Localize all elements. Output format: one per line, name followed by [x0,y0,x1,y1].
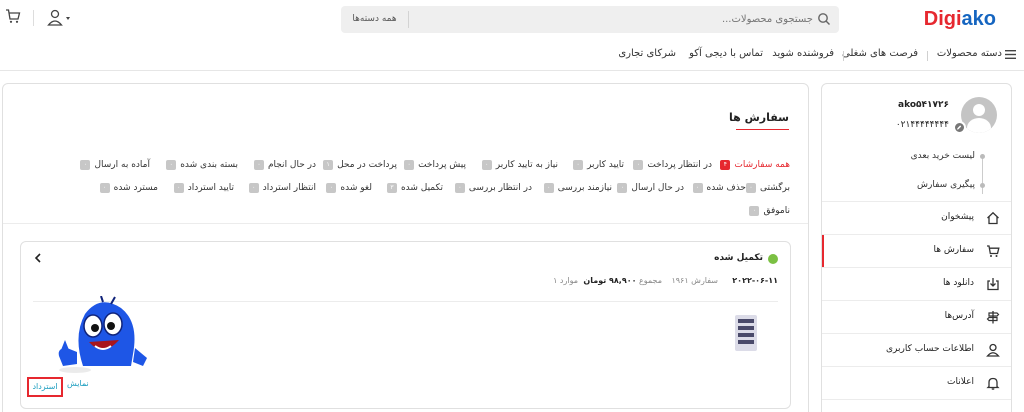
refund-button[interactable]: استرداد [27,377,63,397]
search-icon[interactable] [817,12,831,26]
nav-item-contact[interactable]: تماس با دیجی آکو [689,48,763,59]
filter-processing[interactable]: در حال انجام ۰ [253,160,316,170]
page-title: سفارش ها [729,111,789,124]
category-select[interactable]: همه دسته‌ها [341,6,408,33]
filter-needs-review[interactable]: نیازمند بررسی ۰ [543,183,612,193]
sidebar-item-order-tracking[interactable]: پیگیری سفارش [917,180,975,190]
sub-list-dot [980,183,985,188]
sidebar-item-more[interactable] [822,399,1011,412]
sidebar-item-dashboard[interactable]: پیشخوان [822,201,1011,234]
order-date: ۲۰۲۲-۰۶-۱۱ [732,276,778,285]
cart-icon [987,245,1000,257]
sidebar-item-downloads[interactable]: دانلود ها [822,267,1011,300]
order-status: تکمیل شده [714,253,763,263]
filter-refunded[interactable]: مسترد شده ۰ [99,183,158,193]
download-icon [987,278,999,291]
user-icon [986,343,1000,357]
home-icon [987,211,999,225]
nav-item-categories[interactable]: دسته محصولات [937,48,1002,59]
filter-returned[interactable]: برگشتی ۰ [745,183,790,193]
sidebar-item-addresses[interactable]: آدرس‌ها [822,300,1011,333]
avatar[interactable] [961,97,997,133]
filter-completed[interactable]: تکمیل شده ۳ [386,183,443,193]
user-menu-icon[interactable] [46,9,72,27]
filter-cancelled[interactable]: لغو شده ۰ [326,183,372,193]
edit-icon[interactable] [953,121,966,134]
filter-awaiting-refund[interactable]: انتظار استرداد ۰ [248,183,316,193]
title-underline [736,129,789,130]
filter-failed[interactable]: ناموفق ۰ [749,206,790,216]
product-thumbnail[interactable] [735,315,757,351]
orders-panel: سفارش ها همه سفارشات ۴ در انتظار پرداخت ۰ … [2,83,809,412]
filter-pending-payment[interactable]: در انتظار پرداخت ۰ [633,160,712,170]
hamburger-icon[interactable] [1005,50,1016,59]
order-card: تکمیل شده ۲۰۲۲-۰۶-۱۱ سفارش ۱۹۶۱ مجموع ۹۸… [20,241,791,409]
sidebar-item-orders[interactable]: سفارش ها [822,234,1011,268]
cart-icon[interactable] [5,8,21,24]
order-total: مجموع ۹۸,۹۰۰ تومان [583,276,662,285]
sidebar-item-account-details[interactable]: اطلاعات حساب کاربری [822,333,1011,366]
chevron-left-icon[interactable] [33,252,43,264]
signpost-icon [986,311,1000,324]
sub-list-dot [980,154,985,159]
sub-list-line [982,154,983,194]
site-header: Digiako همه دسته‌ها [0,0,1024,38]
bell-icon [986,377,1000,390]
header-divider [33,10,34,26]
username: ako۵۴۱۷۲۶ [898,100,949,110]
search-bar: همه دسته‌ها [341,6,839,33]
section-divider [3,223,808,224]
order-items-count: ۱ موارد [553,276,578,285]
filter-cash-on-delivery[interactable]: پرداخت در محل ۱ [323,160,397,170]
user-phone: ۰۲۱۴۴۴۴۴۴۴۴ [895,120,949,130]
nav-item-become-seller[interactable]: فروشنده شوید [772,48,834,59]
filter-deleted[interactable]: حذف شده ۰ [692,183,746,193]
filter-shipping[interactable]: در حال ارسال ۰ [617,183,684,193]
sidebar-item-wishlist[interactable]: لیست خرید بعدی [911,151,975,161]
mascot-image [58,296,147,373]
search-divider [408,11,409,28]
filter-prepayment[interactable]: پیش پرداخت ۰ [404,160,466,170]
filter-packed[interactable]: بسته بندی شده ۰ [166,160,238,170]
order-status-filters: همه سفارشات ۴ در انتظار پرداخت ۰ تایید کار… [50,156,790,226]
main-nav: دسته محصولات فرصت های شغلی فروشنده شوید … [0,38,1024,71]
nav-divider [843,51,844,61]
nav-item-jobs[interactable]: فرصت های شغلی [842,48,918,59]
sidebar-item-notifications[interactable]: اعلانات [822,366,1011,399]
status-dot [768,254,778,264]
account-sidebar: ako۵۴۱۷۲۶ ۰۲۱۴۴۴۴۴۴۴۴ لیست خرید بعدی پیگ… [821,83,1012,412]
view-order-link[interactable]: نمایش [67,379,89,388]
filter-ready-to-ship[interactable]: آماده به ارسال ۰ [80,160,150,170]
nav-item-partners[interactable]: شرکای تجاری [618,48,676,59]
nav-divider [927,51,928,61]
search-input[interactable] [533,10,813,29]
filter-refund-approved[interactable]: تایید استرداد ۰ [173,183,234,193]
filter-awaiting-review[interactable]: در انتظار بررسی ۰ [454,183,532,193]
filter-needs-confirmation[interactable]: نیاز به تایید کاربر ۰ [481,160,558,170]
site-logo[interactable]: Digiako [924,8,996,31]
filter-all[interactable]: همه سفارشات ۴ [720,160,790,170]
filter-user-confirmed[interactable]: تایید کاربر ۰ [573,160,624,170]
order-number: سفارش ۱۹۶۱ [671,276,718,285]
